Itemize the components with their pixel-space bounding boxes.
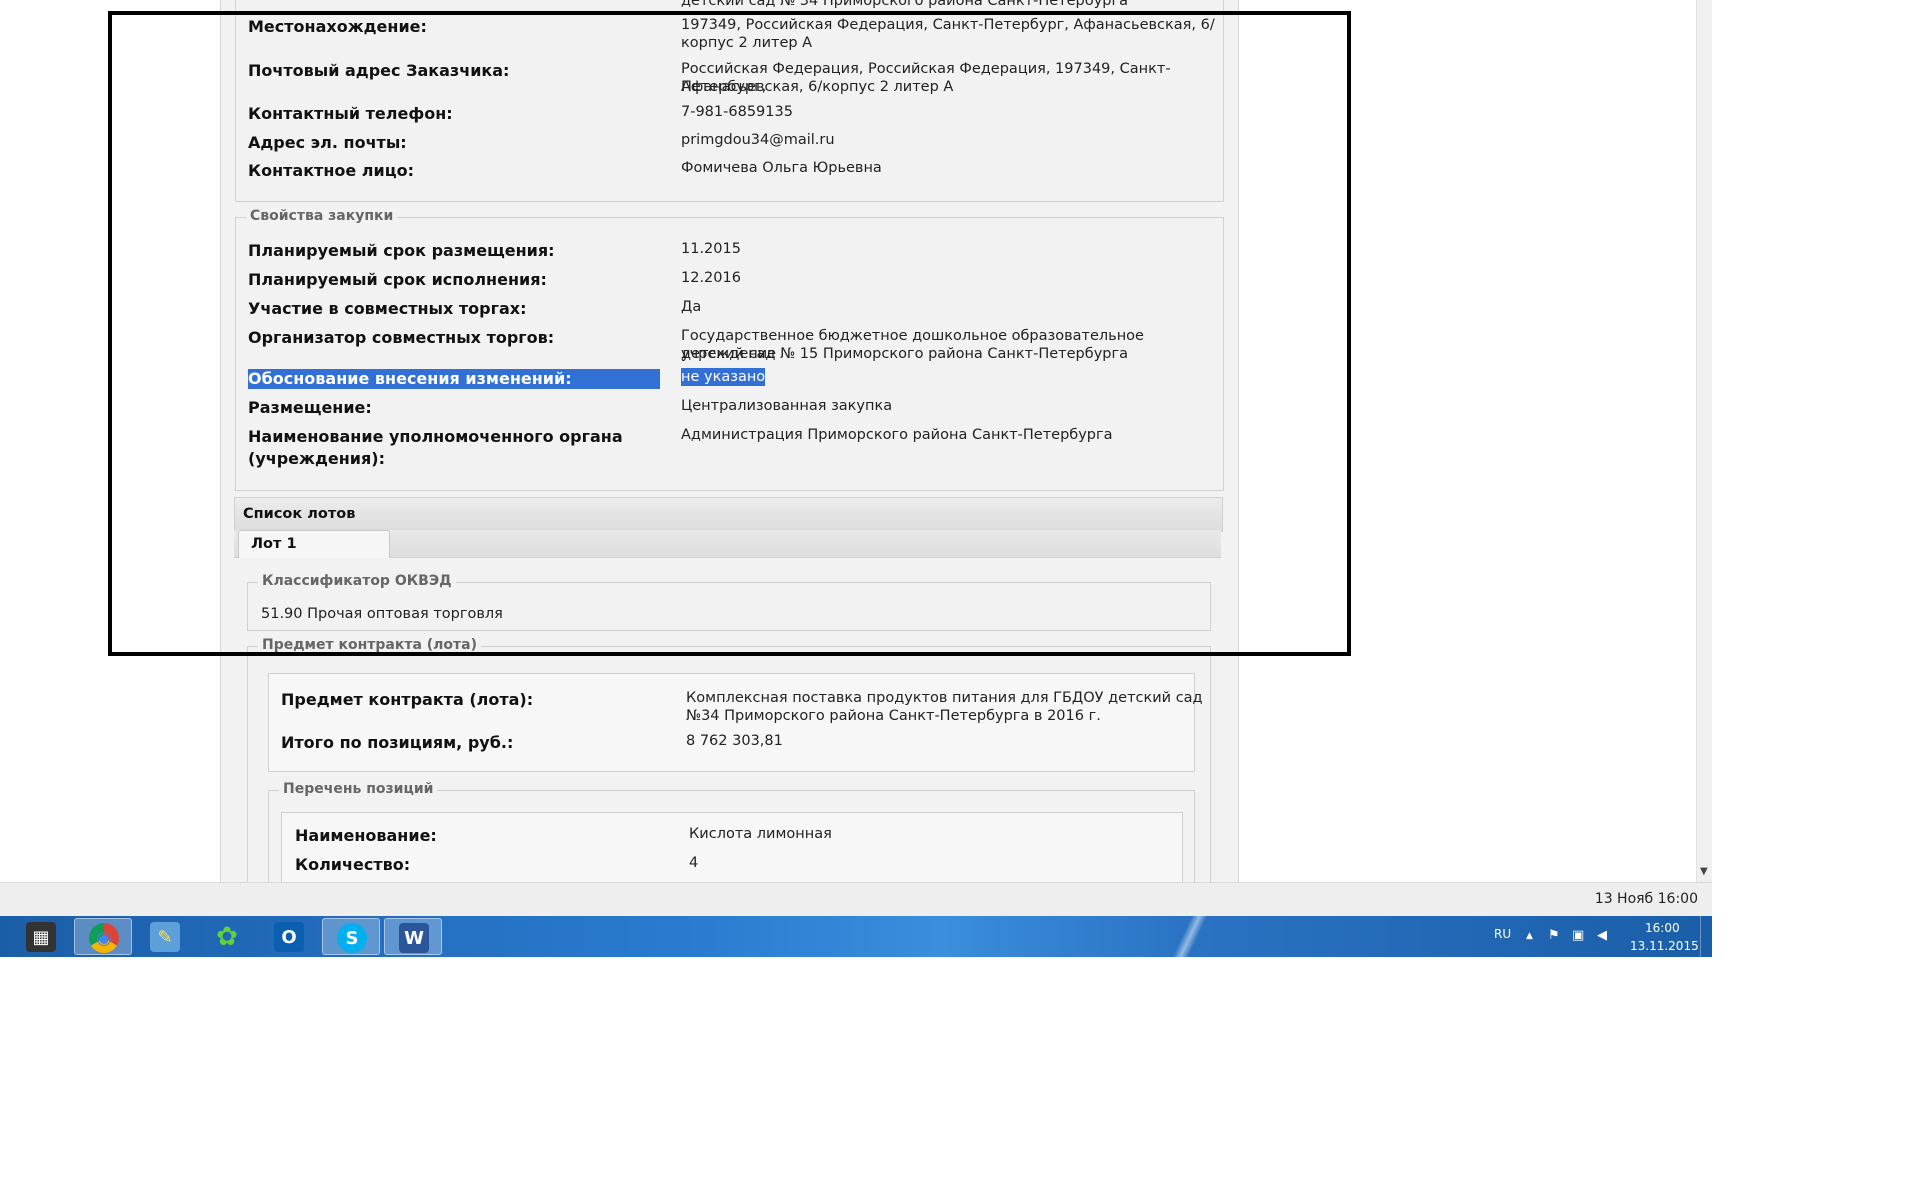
postal-address-label: Почтовый адрес Заказчика: xyxy=(248,61,510,80)
browser-viewport: детский сад № 34 Приморского района Санк… xyxy=(0,0,1712,882)
authorized-body-label-line2: (учреждения): xyxy=(248,449,385,468)
total-label: Итого по позициям, руб.: xyxy=(281,733,514,752)
authorized-body-value: Администрация Приморского района Санкт-П… xyxy=(681,427,1113,443)
location-value-line2: корпус 2 литер А xyxy=(681,35,813,51)
phone-label: Контактный телефон: xyxy=(248,104,453,123)
position-name-value: Кислота лимонная xyxy=(689,826,832,842)
phone-value: 7-981-6859135 xyxy=(681,104,793,120)
properties-legend: Свойства закупки xyxy=(246,208,398,224)
clipped-top-text: детский сад № 34 Приморского района Санк… xyxy=(681,0,1128,9)
subject-value: Комплексная поставка продуктов питания д… xyxy=(686,690,1203,706)
tray-expand-icon[interactable]: ▲ xyxy=(1526,931,1533,941)
email-value[interactable]: primgdou34@mail.ru xyxy=(681,131,835,149)
notepad-icon: ✎ xyxy=(150,922,180,952)
tab-lot-1[interactable]: Лот 1 xyxy=(238,530,390,558)
word-icon: W xyxy=(399,923,429,953)
tab-lot-1-label: Лот 1 xyxy=(251,536,297,552)
email-label: Адрес эл. почты: xyxy=(248,133,407,152)
scroll-down-icon[interactable]: ▼ xyxy=(1700,866,1708,877)
chrome-icon: ◉ xyxy=(89,923,119,953)
location-value: 197349, Российская Федерация, Санкт-Пете… xyxy=(681,17,1215,33)
subject-label: Предмет контракта (лота): xyxy=(281,690,534,709)
lots-header: Список лотов xyxy=(234,497,1223,532)
positions-box xyxy=(281,812,1183,882)
taskbar-video-app[interactable]: ▦ xyxy=(12,918,70,955)
action-center-flag-icon[interactable]: ⚑ xyxy=(1548,928,1560,943)
authorized-body-label: Наименование уполномоченного органа xyxy=(248,427,623,446)
subject-legend: Предмет контракта (лота) xyxy=(258,637,482,653)
joint-tender-label: Участие в совместных торгах: xyxy=(248,299,527,318)
network-icon[interactable]: ▣ xyxy=(1572,928,1584,943)
taskbar-shine xyxy=(1160,916,1220,957)
planned-execution-label: Планируемый срок исполнения: xyxy=(248,270,547,289)
taskbar-chrome[interactable]: ◉ xyxy=(74,918,132,955)
taskbar-notepad[interactable]: ✎ xyxy=(136,918,194,955)
subject-value-line2: №34 Приморского района Санкт-Петербурга … xyxy=(686,708,1101,724)
icq-icon: ✿ xyxy=(216,922,238,952)
taskbar-skype[interactable]: S xyxy=(322,918,380,955)
position-qty-label: Количество: xyxy=(295,855,411,874)
taskbar-word[interactable]: W xyxy=(384,918,442,955)
okved-value: 51.90 Прочая оптовая торговля xyxy=(261,606,503,622)
video-app-icon: ▦ xyxy=(26,922,56,952)
change-reason-value: не указано xyxy=(681,368,766,386)
joint-tender-value: Да xyxy=(681,299,702,315)
positions-legend: Перечень позиций xyxy=(279,781,438,797)
joint-organizer-value-line2: детский сад № 15 Приморского района Санк… xyxy=(681,346,1128,362)
planned-placement-label: Планируемый срок размещения: xyxy=(248,241,555,260)
change-reason-label: Обоснование внесения изменений: xyxy=(248,369,660,389)
okved-legend: Классификатор ОКВЭД xyxy=(258,573,456,589)
location-label: Местонахождение: xyxy=(248,17,427,36)
planned-execution-value: 12.2016 xyxy=(681,270,741,286)
outlook-icon: O xyxy=(274,922,304,952)
contact-person-value: Фомичева Ольга Юрьевна xyxy=(681,160,882,176)
show-desktop-button[interactable] xyxy=(1700,916,1713,957)
planned-placement-value: 11.2015 xyxy=(681,241,741,257)
language-indicator[interactable]: RU xyxy=(1494,927,1511,941)
joint-organizer-label: Организатор совместных торгов: xyxy=(248,328,555,347)
skype-icon: S xyxy=(337,923,367,953)
taskbar-outlook[interactable]: O xyxy=(260,918,318,955)
taskbar-icq[interactable]: ✿ xyxy=(198,918,256,955)
windows-taskbar: ▦ ◉ ✎ ✿ O S W RU ▲ ⚑ ▣ ◀ 16:00 13.11.201… xyxy=(0,916,1712,957)
postal-address-value-line2: Афанасьевская, 6/корпус 2 литер А xyxy=(681,79,954,95)
vertical-scrollbar[interactable] xyxy=(1696,0,1712,882)
lots-tabstrip: Лот 1 xyxy=(234,530,1221,558)
lots-title: Список лотов xyxy=(243,506,356,522)
clock-time[interactable]: 16:00 xyxy=(1645,921,1680,935)
position-name-label: Наименование: xyxy=(295,826,437,845)
status-datetime: 13 Нояб 16:00 xyxy=(1594,891,1698,907)
contact-person-label: Контактное лицо: xyxy=(248,161,414,180)
volume-icon[interactable]: ◀ xyxy=(1597,928,1607,943)
placement-label: Размещение: xyxy=(248,398,372,417)
position-qty-value: 4 xyxy=(689,855,699,871)
status-strip: 13 Нояб 16:00 xyxy=(0,882,1712,917)
clock-date[interactable]: 13.11.2015 xyxy=(1630,939,1699,953)
placement-value: Централизованная закупка xyxy=(681,398,893,414)
total-value: 8 762 303,81 xyxy=(686,733,783,749)
